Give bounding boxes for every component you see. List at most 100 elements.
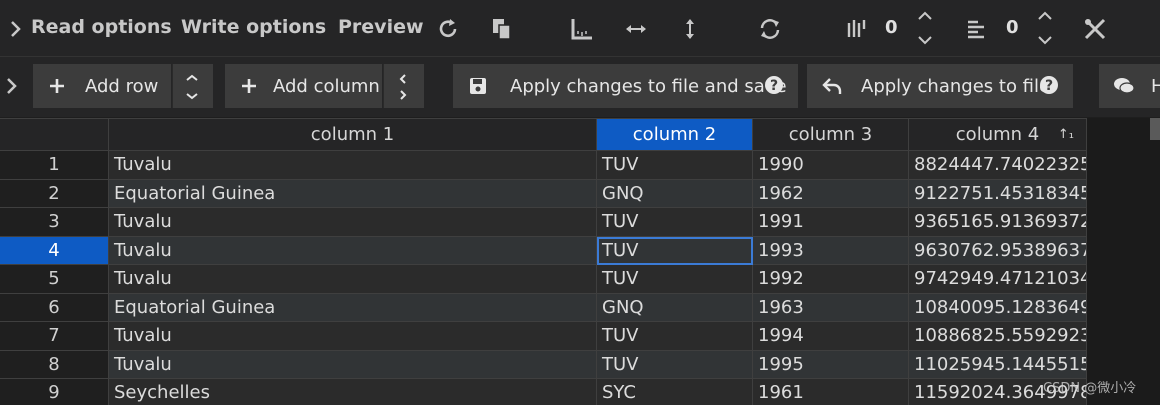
cell-column-2[interactable]: TUV: [597, 236, 753, 265]
chevron-right-icon[interactable]: [9, 20, 23, 38]
add-row-stepper[interactable]: [172, 64, 213, 108]
comments-icon: [1114, 78, 1135, 94]
apply-changes-button[interactable]: Apply changes to file ?: [807, 64, 1073, 108]
cell-column-1[interactable]: Equatorial Guinea: [109, 179, 597, 208]
add-row-label: Add row: [85, 76, 159, 97]
help-icon[interactable]: ?: [1039, 75, 1059, 95]
cell-column-3[interactable]: 1962: [753, 179, 909, 208]
apply-and-save-button[interactable]: Apply changes to file and save ?: [453, 64, 798, 108]
refresh-icon[interactable]: [436, 17, 460, 41]
cell-column-2[interactable]: TUV: [597, 265, 753, 294]
plus-icon: [242, 79, 256, 93]
row-index[interactable]: 7: [0, 322, 109, 351]
cell-column-3[interactable]: 1994: [753, 322, 909, 351]
cell-column-1[interactable]: Equatorial Guinea: [109, 293, 597, 322]
left-right-icon: [399, 74, 407, 100]
cell-column-1[interactable]: Tuvalu: [109, 265, 597, 294]
column-header-2[interactable]: column 2: [597, 118, 753, 151]
help-icon[interactable]: ?: [764, 75, 784, 95]
cell-column-4[interactable]: 10840095.1283649: [909, 293, 1087, 322]
apply-changes-label: Apply changes to file: [861, 76, 1051, 97]
column-header-label: column 2: [632, 124, 717, 145]
comments-label: H: [1151, 76, 1160, 97]
cell-column-3[interactable]: 1991: [753, 208, 909, 237]
ruler-corner-icon[interactable]: [570, 17, 594, 41]
chevron-right-icon[interactable]: [5, 77, 19, 95]
cell-column-2[interactable]: TUV: [597, 322, 753, 351]
cell-column-4[interactable]: 9365165.91369372: [909, 208, 1087, 237]
cell-column-4[interactable]: 10886825.5592923: [909, 322, 1087, 351]
cell-column-1[interactable]: Tuvalu: [109, 322, 597, 351]
cell-column-4[interactable]: 8824447.74022325: [909, 151, 1087, 180]
preview-tab[interactable]: Preview: [338, 16, 424, 38]
row-index[interactable]: 2: [0, 179, 109, 208]
table-row[interactable]: 9 Seychelles SYC 1961 11592024.3649978: [0, 379, 1087, 405]
table-row[interactable]: 1 Tuvalu TUV 1990 8824447.74022325: [0, 151, 1087, 180]
plus-icon: [50, 79, 64, 93]
table-row[interactable]: 2 Equatorial Guinea GNQ 1962 9122751.4531834…: [0, 179, 1087, 208]
table-row[interactable]: 3 Tuvalu TUV 1991 9365165.91369372: [0, 208, 1087, 237]
column-width-value: 0: [885, 17, 898, 38]
cell-column-1[interactable]: Tuvalu: [109, 151, 597, 180]
row-index[interactable]: 1: [0, 151, 109, 180]
table-row[interactable]: 4 Tuvalu TUV 1993 9630762.95389637: [0, 236, 1087, 265]
cell-column-3[interactable]: 1993: [753, 236, 909, 265]
column-width-icon: [847, 20, 866, 37]
column-header-4[interactable]: column 4 ↑₁: [909, 118, 1087, 151]
table-row[interactable]: 7 Tuvalu TUV 1994 10886825.5592923: [0, 322, 1087, 351]
expand-horizontal-icon[interactable]: [624, 17, 648, 41]
cell-column-3[interactable]: 1963: [753, 293, 909, 322]
row-index[interactable]: 6: [0, 293, 109, 322]
add-row-button[interactable]: Add row: [33, 64, 171, 108]
table-row[interactable]: 8 Tuvalu TUV 1995 11025945.1445515: [0, 350, 1087, 379]
tools-icon[interactable]: [1083, 17, 1107, 41]
up-down-icon: [186, 74, 198, 100]
row-index[interactable]: 5: [0, 265, 109, 294]
action-bar: Add row Add column Apply changes to file…: [0, 57, 1160, 117]
row-index[interactable]: 4: [0, 236, 109, 265]
cell-column-3[interactable]: 1961: [753, 379, 909, 405]
row-index[interactable]: 3: [0, 208, 109, 237]
vertical-scrollbar[interactable]: [1150, 118, 1160, 140]
write-options-tab[interactable]: Write options: [181, 16, 326, 38]
cell-column-2[interactable]: TUV: [597, 350, 753, 379]
cell-column-3[interactable]: 1990: [753, 151, 909, 180]
cell-column-3[interactable]: 1995: [753, 350, 909, 379]
comments-button[interactable]: H: [1099, 64, 1160, 108]
sort-ascending-icon[interactable]: ↑₁: [1058, 119, 1074, 150]
copy-icon[interactable]: [490, 17, 514, 41]
table-row[interactable]: 6 Equatorial Guinea GNQ 1963 10840095.128364…: [0, 293, 1087, 322]
read-options-tab[interactable]: Read options: [31, 16, 172, 38]
cell-column-4[interactable]: 9122751.45318345: [909, 179, 1087, 208]
cell-column-2[interactable]: SYC: [597, 379, 753, 405]
cell-column-1[interactable]: Seychelles: [109, 379, 597, 405]
row-index[interactable]: 9: [0, 379, 109, 405]
expand-vertical-icon[interactable]: [678, 17, 702, 41]
top-toolbar: Read options Write options Preview 0 0: [0, 0, 1160, 57]
add-column-stepper[interactable]: [383, 64, 424, 108]
cell-column-4[interactable]: 9630762.95389637: [909, 236, 1087, 265]
cell-column-4[interactable]: 9742949.47121034: [909, 265, 1087, 294]
cell-column-2[interactable]: TUV: [597, 151, 753, 180]
add-column-button[interactable]: Add column: [225, 64, 382, 108]
sync-icon[interactable]: [758, 17, 782, 41]
table-row[interactable]: 5 Tuvalu TUV 1992 9742949.47121034: [0, 265, 1087, 294]
cell-column-1[interactable]: Tuvalu: [109, 350, 597, 379]
column-header-1[interactable]: column 1: [109, 118, 597, 151]
cell-column-2[interactable]: TUV: [597, 208, 753, 237]
cell-column-2[interactable]: GNQ: [597, 293, 753, 322]
row-index[interactable]: 8: [0, 350, 109, 379]
save-icon: [470, 78, 486, 94]
cell-column-1[interactable]: Tuvalu: [109, 208, 597, 237]
align-stepper[interactable]: [1036, 10, 1054, 46]
cell-column-4[interactable]: 11025945.1445515: [909, 350, 1087, 379]
undo-arrow-icon: [822, 78, 842, 94]
cell-column-3[interactable]: 1992: [753, 265, 909, 294]
column-width-stepper[interactable]: [916, 10, 934, 46]
cell-column-1[interactable]: Tuvalu: [109, 236, 597, 265]
align-left-icon: [968, 20, 984, 39]
column-header-3[interactable]: column 3: [753, 118, 909, 151]
svg-text:?: ?: [770, 78, 778, 94]
cell-column-2[interactable]: GNQ: [597, 179, 753, 208]
data-grid: column 1 column 2 column 3 column 4 ↑₁ 1…: [0, 118, 1087, 405]
